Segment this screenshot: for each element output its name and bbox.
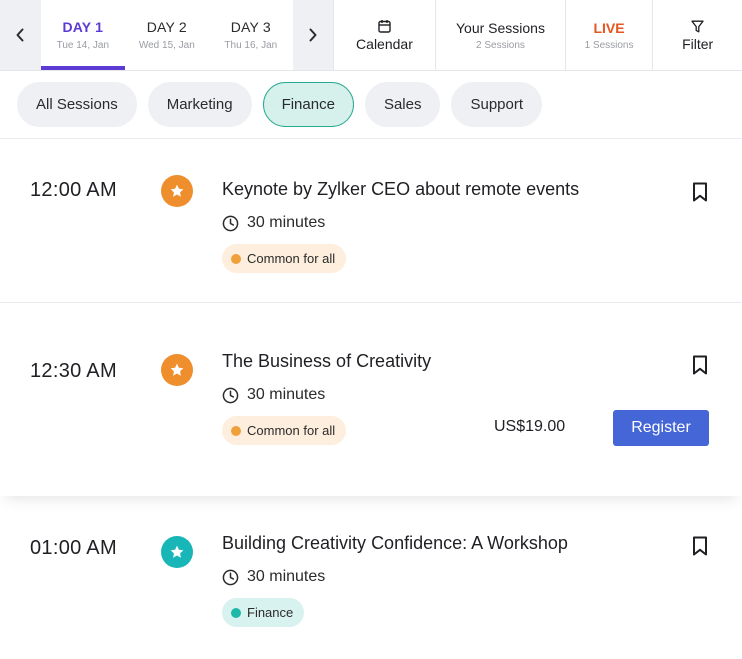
duration-text: 30 minutes	[247, 214, 326, 231]
live-button[interactable]: LIVE 1 Sessions	[566, 0, 654, 70]
chevron-left-icon	[16, 28, 24, 42]
session-dot	[161, 354, 193, 386]
session-title[interactable]: Building Creativity Confidence: A Worksh…	[222, 533, 568, 554]
top-navigation-bar: DAY 1 Tue 14, Jan DAY 2 Wed 15, Jan DAY …	[0, 0, 742, 71]
star-icon	[170, 184, 184, 197]
chip-marketing[interactable]: Marketing	[147, 82, 252, 127]
your-sessions-button[interactable]: Your Sessions 2 Sessions	[436, 0, 566, 70]
chip-support[interactable]: Support	[451, 82, 543, 127]
tag-label: Common for all	[247, 251, 336, 266]
session-card[interactable]: 12:30 AM The Business of Creativity 30 m…	[0, 303, 742, 496]
session-time: 01:00 AM	[30, 537, 117, 559]
filter-button[interactable]: Filter	[653, 0, 742, 70]
session-duration: 30 minutes	[222, 568, 325, 586]
your-sessions-count: 2 Sessions	[476, 39, 525, 51]
session-time: 12:00 AM	[30, 179, 117, 201]
tag-label: Finance	[247, 605, 294, 620]
day-label: DAY 2	[146, 19, 187, 35]
bookmark-button[interactable]	[690, 181, 710, 203]
star-icon	[170, 363, 184, 376]
session-dot	[161, 175, 193, 207]
calendar-button[interactable]: Calendar	[334, 0, 437, 70]
calendar-label: Calendar	[356, 36, 413, 52]
session-card[interactable]: 01:00 AM Building Creativity Confidence:…	[0, 496, 742, 659]
session-time: 12:30 AM	[30, 360, 117, 382]
session-tag: Finance	[222, 598, 305, 627]
calendar-icon	[378, 18, 391, 34]
tag-dot	[231, 607, 241, 618]
your-sessions-label: Your Sessions	[455, 19, 545, 36]
filter-label: Filter	[682, 36, 714, 52]
day-label: DAY 3	[230, 19, 271, 35]
chip-sales[interactable]: Sales	[364, 82, 441, 127]
session-tag: Common for all	[222, 416, 347, 445]
bookmark-icon	[693, 355, 707, 375]
clock-icon	[222, 387, 239, 403]
duration-text: 30 minutes	[247, 568, 326, 585]
session-price: US$19.00	[494, 418, 566, 435]
chevron-right-icon	[309, 28, 317, 42]
day-date: Thu 16, Jan	[224, 40, 278, 51]
tab-day-3[interactable]: DAY 3 Thu 16, Jan	[209, 0, 293, 70]
session-title[interactable]: Keynote by Zylker CEO about remote event…	[222, 179, 579, 200]
previous-day-button[interactable]	[0, 0, 41, 70]
chip-all-sessions[interactable]: All Sessions	[17, 82, 137, 127]
star-icon	[170, 545, 184, 558]
session-tag: Common for all	[222, 244, 347, 273]
clock-icon	[222, 215, 239, 231]
clock-icon	[222, 569, 239, 585]
next-day-button[interactable]	[292, 0, 334, 70]
category-filter-chips: All Sessions Marketing Finance Sales Sup…	[0, 71, 742, 139]
day-label: DAY 1	[62, 19, 104, 35]
tab-day-1[interactable]: DAY 1 Tue 14, Jan	[40, 0, 125, 70]
bookmark-icon	[693, 182, 707, 202]
duration-text: 30 minutes	[247, 386, 326, 403]
bookmark-icon	[693, 536, 707, 556]
session-card[interactable]: 12:00 AM Keynote by Zylker CEO about rem…	[0, 140, 742, 303]
filter-icon	[691, 18, 704, 34]
tag-label: Common for all	[247, 423, 336, 438]
session-duration: 30 minutes	[222, 214, 325, 232]
day-date: Tue 14, Jan	[56, 40, 110, 51]
chip-finance[interactable]: Finance	[262, 82, 354, 127]
tag-dot	[231, 425, 241, 436]
session-title[interactable]: The Business of Creativity	[222, 351, 431, 372]
session-duration: 30 minutes	[222, 386, 325, 404]
day-date: Wed 15, Jan	[138, 40, 195, 51]
bookmark-button[interactable]	[690, 354, 710, 376]
tab-day-2[interactable]: DAY 2 Wed 15, Jan	[125, 0, 209, 70]
session-dot	[161, 536, 193, 568]
bookmark-button[interactable]	[690, 535, 710, 557]
live-count: 1 Sessions	[584, 39, 634, 51]
register-button[interactable]: Register	[613, 410, 709, 446]
tag-dot	[231, 253, 241, 264]
day-tabs: DAY 1 Tue 14, Jan DAY 2 Wed 15, Jan DAY …	[40, 0, 293, 70]
live-label: LIVE	[593, 19, 625, 36]
